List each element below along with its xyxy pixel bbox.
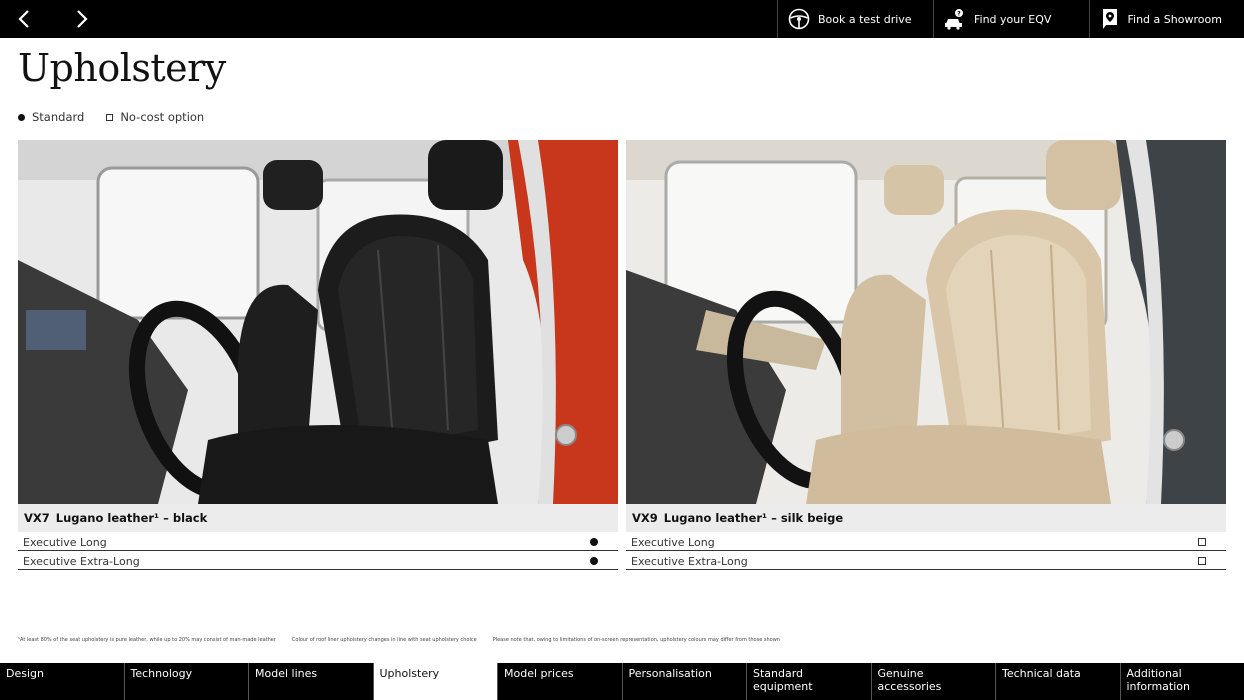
model-line-label: Executive Long xyxy=(631,536,715,549)
tab-technology[interactable]: Technology xyxy=(125,663,249,700)
black-leather-seat-photo xyxy=(18,140,618,504)
upholstery-card-vx7: VX7 Lugano leather¹ – black Executive Lo… xyxy=(18,140,618,570)
upholstery-card-vx9: VX9 Lugano leather¹ – silk beige Executi… xyxy=(626,140,1226,570)
model-line-label: Executive Extra-Long xyxy=(23,555,140,568)
footnotes: ¹At least 80% of the seat upholstery is … xyxy=(18,637,780,643)
chevron-left-icon xyxy=(18,10,29,28)
standard-dot-icon xyxy=(590,557,598,565)
car-search-icon: ? xyxy=(945,9,963,30)
tab-additional-information[interactable]: Additional information xyxy=(1121,663,1244,700)
legend-no-cost-label: No-cost option xyxy=(120,110,205,124)
standard-dot-icon xyxy=(590,538,598,546)
bottom-nav: Design Technology Model lines Upholstery… xyxy=(0,663,1244,700)
top-bar: Book a test drive ? Find your EQV Find a… xyxy=(0,0,1244,38)
upholstery-name: Lugano leather¹ – silk beige xyxy=(663,511,844,525)
availability-row: Executive Extra-Long xyxy=(626,551,1226,570)
page-title: Upholstery xyxy=(18,46,226,90)
tab-standard-equipment[interactable]: Standard equipment xyxy=(747,663,872,700)
svg-text:?: ? xyxy=(957,11,961,18)
tab-upholstery[interactable]: Upholstery xyxy=(373,663,498,700)
legend-standard-label: Standard xyxy=(32,110,85,124)
footnote-roof-liner: Colour of roof liner upholstery changes … xyxy=(291,637,477,643)
tab-personalisation[interactable]: Personalisation xyxy=(623,663,747,700)
tab-model-lines[interactable]: Model lines xyxy=(249,663,374,700)
find-your-eqv-button[interactable]: ? Find your EQV xyxy=(933,0,1089,38)
steering-wheel-icon xyxy=(788,8,810,30)
model-line-label: Executive Extra-Long xyxy=(631,555,748,568)
tab-model-prices[interactable]: Model prices xyxy=(498,663,623,700)
tab-genuine-accessories[interactable]: Genuine accessories xyxy=(872,663,996,700)
find-showroom-label: Find a Showroom xyxy=(1127,12,1222,26)
no-cost-square-icon xyxy=(106,113,114,121)
availability-row: Executive Long xyxy=(18,532,618,551)
availability-row: Executive Long xyxy=(626,532,1226,551)
card-caption: VX9 Lugano leather¹ – silk beige xyxy=(626,504,1226,532)
previous-page-button[interactable] xyxy=(4,0,44,38)
beige-leather-seat-photo xyxy=(626,140,1226,504)
legend-no-cost-option: No-cost option xyxy=(106,110,204,124)
footnote-leather: ¹At least 80% of the seat upholstery is … xyxy=(18,637,276,643)
no-cost-square-icon xyxy=(1198,538,1206,546)
standard-dot-icon xyxy=(18,113,25,121)
location-pin-icon xyxy=(1102,9,1117,29)
upholstery-code: VX7 xyxy=(24,511,50,525)
next-page-button[interactable] xyxy=(62,0,102,38)
upholstery-code: VX9 xyxy=(632,511,658,525)
model-line-label: Executive Long xyxy=(23,536,107,549)
book-test-drive-label: Book a test drive xyxy=(818,12,912,26)
card-caption: VX7 Lugano leather¹ – black xyxy=(18,504,618,532)
find-your-eqv-label: Find your EQV xyxy=(974,12,1052,26)
no-cost-square-icon xyxy=(1198,557,1206,565)
legend: Standard No-cost option xyxy=(18,110,226,124)
tab-design[interactable]: Design xyxy=(0,663,125,700)
availability-row: Executive Extra-Long xyxy=(18,551,618,570)
tab-technical-data[interactable]: Technical data xyxy=(996,663,1121,700)
legend-standard: Standard xyxy=(18,110,84,124)
find-showroom-button[interactable]: Find a Showroom xyxy=(1088,0,1244,38)
upholstery-name: Lugano leather¹ – black xyxy=(55,511,208,525)
chevron-right-icon xyxy=(77,10,88,28)
footnote-colour-disclaimer: Please note that, owing to limitations o… xyxy=(492,637,780,643)
book-test-drive-button[interactable]: Book a test drive xyxy=(777,0,933,38)
